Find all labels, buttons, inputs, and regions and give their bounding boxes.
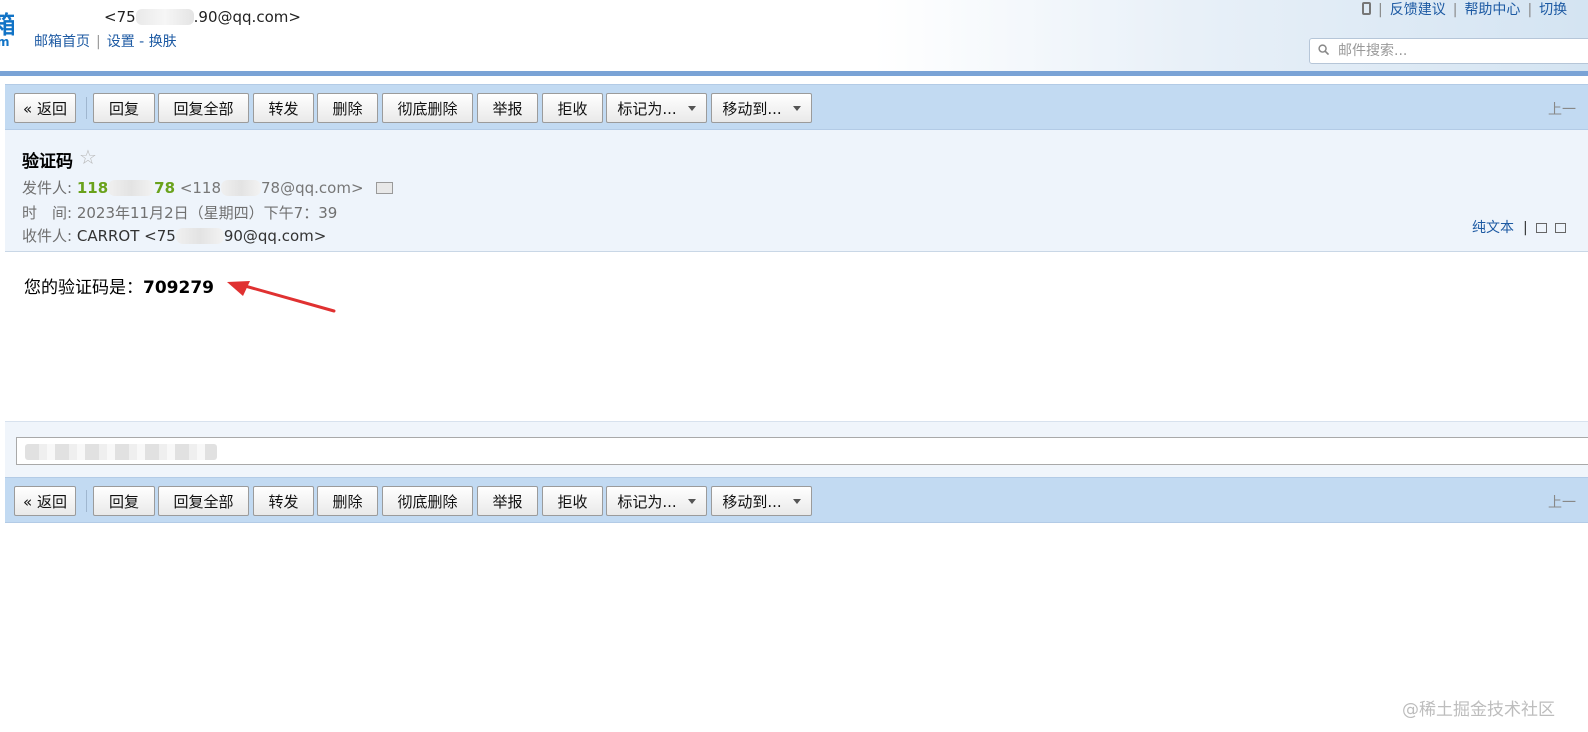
reply-all-button[interactable]: 回复全部 [158, 486, 249, 516]
move-to-dropdown[interactable]: 移动到... [711, 93, 812, 123]
back-button[interactable]: « 返回 [14, 93, 76, 123]
redacted-blur [221, 180, 262, 196]
chevron-down-icon [687, 105, 696, 111]
prev-mail-link[interactable]: 上一 [1548, 492, 1576, 512]
redacted-blur [175, 228, 224, 244]
mail-toolbar-bottom: « 返回 回复 回复全部 转发 删除 彻底删除 举报 拒收 标记为... 移动到… [5, 477, 1588, 523]
reply-button[interactable]: 回复 [93, 93, 155, 123]
toolbar-separator [86, 97, 87, 119]
mail-search-box[interactable] [1309, 38, 1588, 64]
mail-body: 您的验证码是：709279 [24, 278, 214, 298]
skin-link[interactable]: 换肤 [149, 34, 177, 50]
delete-permanently-button[interactable]: 彻底删除 [382, 486, 473, 516]
mail-subject: 验证码 [22, 152, 73, 172]
settings-link[interactable]: 设置 [107, 34, 135, 50]
reply-all-button[interactable]: 回复全部 [158, 93, 249, 123]
reject-button[interactable]: 拒收 [542, 93, 603, 123]
sender-row: 发件人: 118 78 <118 78@qq.com> [22, 177, 394, 198]
forward-button[interactable]: 转发 [253, 93, 314, 123]
mobile-icon[interactable] [1362, 2, 1371, 15]
toolbar-separator [86, 490, 87, 512]
redacted-blur [25, 444, 217, 460]
top-nav-links: 邮箱首页 | 设置 - 换肤 [34, 34, 177, 50]
delete-button[interactable]: 删除 [317, 486, 378, 516]
recipient-row: 收件人: CARROT <75 90@qq.com> [22, 227, 327, 245]
verification-code: 709279 [143, 278, 214, 298]
print-icon[interactable] [1554, 223, 1566, 233]
quick-reply-input[interactable] [16, 437, 1588, 465]
move-to-dropdown[interactable]: 移动到... [711, 486, 812, 516]
reject-button[interactable]: 拒收 [542, 486, 603, 516]
delete-permanently-button[interactable]: 彻底删除 [382, 93, 473, 123]
mail-toolbar-top: « 返回 回复 回复全部 转发 删除 彻底删除 举报 拒收 标记为... 移动到… [5, 84, 1588, 130]
delete-button[interactable]: 删除 [317, 93, 378, 123]
contact-card-icon[interactable] [376, 182, 394, 194]
report-button[interactable]: 举报 [477, 486, 538, 516]
top-right-links: | 反馈建议 | 帮助中心 | 切换 [1362, 0, 1567, 19]
help-center-link[interactable]: 帮助中心 [1464, 2, 1520, 18]
quick-reply-area [5, 421, 1588, 478]
recipient-value: CARROT <75 90@qq.com> [76, 227, 327, 245]
red-arrow-annotation [227, 281, 336, 313]
star-icon[interactable]: ☆ [79, 145, 97, 169]
report-button[interactable]: 举报 [477, 93, 538, 123]
mark-as-dropdown[interactable]: 标记为... [606, 486, 707, 516]
header-divider [0, 71, 1588, 76]
qq-mail-logo[interactable]: 箱 m [0, 2, 14, 48]
sender-name[interactable]: 118 78 [77, 179, 175, 197]
chevron-down-icon [792, 498, 801, 504]
switch-link[interactable]: 切换 [1539, 2, 1567, 18]
sender-address: <118 78@qq.com> [179, 179, 364, 197]
top-header: 箱 m <75.90@qq.com> 邮箱首页 | 设置 - 换肤 | 反馈建议 | 帮助… [0, 0, 1588, 72]
mailbox-home-link[interactable]: 邮箱首页 [34, 34, 90, 50]
prev-mail-link[interactable]: 上一 [1548, 99, 1576, 119]
watermark: @稀土掘金技术社区 [1402, 700, 1555, 720]
chevron-down-icon [792, 105, 801, 111]
new-window-icon[interactable] [1535, 223, 1547, 233]
search-input[interactable] [1336, 42, 1588, 60]
forward-button[interactable]: 转发 [253, 486, 314, 516]
search-icon [1318, 44, 1329, 55]
account-address: <75.90@qq.com> [104, 8, 301, 26]
redacted-blur [108, 180, 155, 196]
chevron-down-icon [687, 498, 696, 504]
redacted-blur [135, 9, 194, 25]
back-button[interactable]: « 返回 [14, 486, 76, 516]
time-row: 时 间: 2023年11月2日（星期四）下午7：39 [22, 204, 338, 222]
mark-as-dropdown[interactable]: 标记为... [606, 93, 707, 123]
plain-text-toggle: 纯文本 | [1472, 217, 1566, 237]
plain-text-link[interactable]: 纯文本 [1472, 220, 1514, 236]
feedback-link[interactable]: 反馈建议 [1390, 2, 1446, 18]
reply-button[interactable]: 回复 [93, 486, 155, 516]
mail-header: 验证码 ☆ 发件人: 118 78 <118 78@qq.com> 时 间: 202… [5, 130, 1588, 252]
